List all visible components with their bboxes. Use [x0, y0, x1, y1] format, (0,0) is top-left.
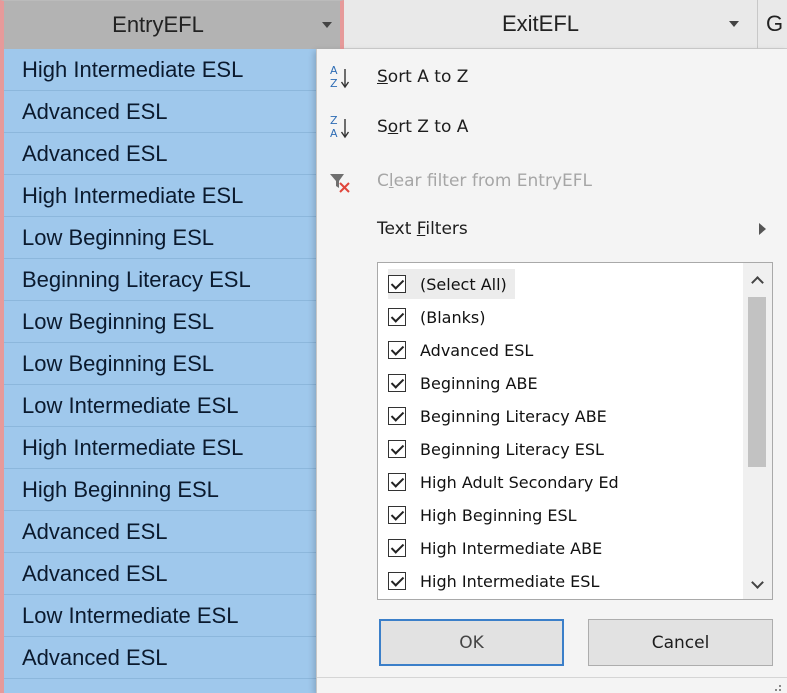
scroll-down-icon[interactable] [743, 571, 772, 599]
filter-item[interactable]: Beginning Literacy ESL [388, 434, 604, 464]
filter-item-label: Beginning Literacy ABE [420, 406, 607, 426]
column-header-exitefl[interactable]: ExitEFL [344, 0, 758, 49]
checkbox-checked-icon[interactable] [388, 440, 406, 458]
table-cell[interactable]: Low Beginning ESL [4, 343, 344, 385]
filter-item-label: Beginning ABE [420, 373, 538, 393]
menu-item-label: Clear filter from EntryEFL [377, 171, 593, 191]
checkbox-checked-icon[interactable] [388, 275, 406, 293]
filter-item-label: Beginning Literacy ESL [420, 439, 604, 459]
filter-item[interactable]: Advanced ESL [388, 335, 533, 365]
filter-item-label: High Intermediate ABE [420, 538, 603, 558]
filter-item-select-all[interactable]: (Select All) [388, 269, 515, 299]
svg-text:A: A [330, 127, 338, 140]
submenu-arrow-icon [759, 223, 766, 235]
checkbox-checked-icon[interactable] [388, 539, 406, 557]
sort-z-to-a-item[interactable]: Z A Sort Z to A [317, 105, 787, 149]
filter-item[interactable]: Beginning Literacy ABE [388, 401, 607, 431]
filter-item-label: (Blanks) [420, 307, 486, 327]
filter-item[interactable]: High Adult Secondary Ed [388, 467, 619, 497]
column-header-label: G [766, 11, 784, 36]
checkbox-checked-icon[interactable] [388, 308, 406, 326]
table-cell[interactable]: High Intermediate ESL [4, 175, 344, 217]
cancel-button[interactable]: Cancel [588, 619, 773, 666]
sort-ascending-icon: A Z [330, 64, 350, 90]
menu-item-label: Text Filters [377, 219, 468, 239]
table-cell[interactable]: High Intermediate ESL [4, 49, 344, 91]
checkbox-checked-icon[interactable] [388, 374, 406, 392]
table-cell[interactable]: High Beginning ESL [4, 469, 344, 511]
list-scrollbar[interactable] [743, 263, 772, 599]
checkbox-checked-icon[interactable] [388, 473, 406, 491]
column-header-g[interactable]: G [758, 0, 787, 49]
ok-button[interactable]: OK [379, 619, 564, 666]
scroll-up-icon[interactable] [743, 265, 772, 293]
checkbox-checked-icon[interactable] [388, 506, 406, 524]
menu-divider [317, 677, 787, 678]
menu-item-label: Sort Z to A [377, 117, 469, 137]
column-header-label: ExitEFL [501, 11, 580, 36]
checkbox-checked-icon[interactable] [388, 341, 406, 359]
svg-text:A: A [330, 64, 338, 77]
filter-item-label: (Select All) [420, 274, 507, 294]
column-header-entryefl[interactable]: EntryEFL [0, 0, 344, 49]
filter-item-label: High Intermediate ESL [420, 571, 600, 591]
svg-text:Z: Z [330, 77, 338, 90]
filter-item-label: Advanced ESL [420, 340, 534, 360]
table-cell[interactable]: Advanced ESL [4, 553, 344, 595]
filter-item[interactable]: Beginning ABE [388, 368, 538, 398]
table-cell[interactable]: Advanced ESL [4, 511, 344, 553]
filter-dropdown-icon[interactable] [729, 21, 739, 27]
table-cell[interactable]: Low Intermediate ESL [4, 595, 344, 637]
svg-text:Z: Z [330, 114, 338, 127]
table-cell[interactable]: Low Beginning ESL [4, 301, 344, 343]
sort-a-to-z-item[interactable]: A Z Sort A to Z [317, 55, 787, 99]
filter-item[interactable]: High Beginning ESL [388, 500, 577, 530]
resize-grip-icon[interactable] [769, 679, 781, 691]
table-cell[interactable]: Advanced ESL [4, 133, 344, 175]
clear-filter-icon [330, 174, 350, 193]
table-cell[interactable]: Advanced ESL [4, 637, 344, 679]
filter-item[interactable]: (Blanks) [388, 302, 485, 332]
menu-item-label: Sort A to Z [377, 67, 469, 87]
autofilter-menu: A Z Sort A to Z Z A Sort Z to A Clear fi… [316, 49, 787, 693]
filter-item[interactable]: High Intermediate ESL [388, 566, 599, 596]
table-cell[interactable]: High Intermediate ESL [4, 427, 344, 469]
table-cell[interactable]: Beginning Literacy ESL [4, 259, 344, 301]
checkbox-checked-icon[interactable] [388, 407, 406, 425]
filter-item-label: High Beginning ESL [420, 505, 577, 525]
filter-item-label: High Adult Secondary Ed [420, 472, 619, 492]
entryefl-column: High Intermediate ESL Advanced ESL Advan… [0, 49, 344, 693]
checkbox-checked-icon[interactable] [388, 572, 406, 590]
clear-filter-item: Clear filter from EntryEFL [317, 159, 787, 203]
scrollbar-thumb[interactable] [748, 297, 766, 467]
column-header-label: EntryEFL [112, 12, 204, 37]
text-filters-item[interactable]: Text Filters [317, 207, 787, 251]
table-cell[interactable]: Low Beginning ESL [4, 217, 344, 259]
filter-values-list[interactable]: (Select All) (Blanks) Advanced ESL Begin… [377, 262, 773, 600]
sort-descending-icon: Z A [330, 114, 350, 140]
table-cell[interactable]: Low Intermediate ESL [4, 385, 344, 427]
filter-dropdown-icon[interactable] [322, 22, 332, 28]
table-cell[interactable]: Advanced ESL [4, 91, 344, 133]
filter-item[interactable]: High Intermediate ABE [388, 533, 602, 563]
